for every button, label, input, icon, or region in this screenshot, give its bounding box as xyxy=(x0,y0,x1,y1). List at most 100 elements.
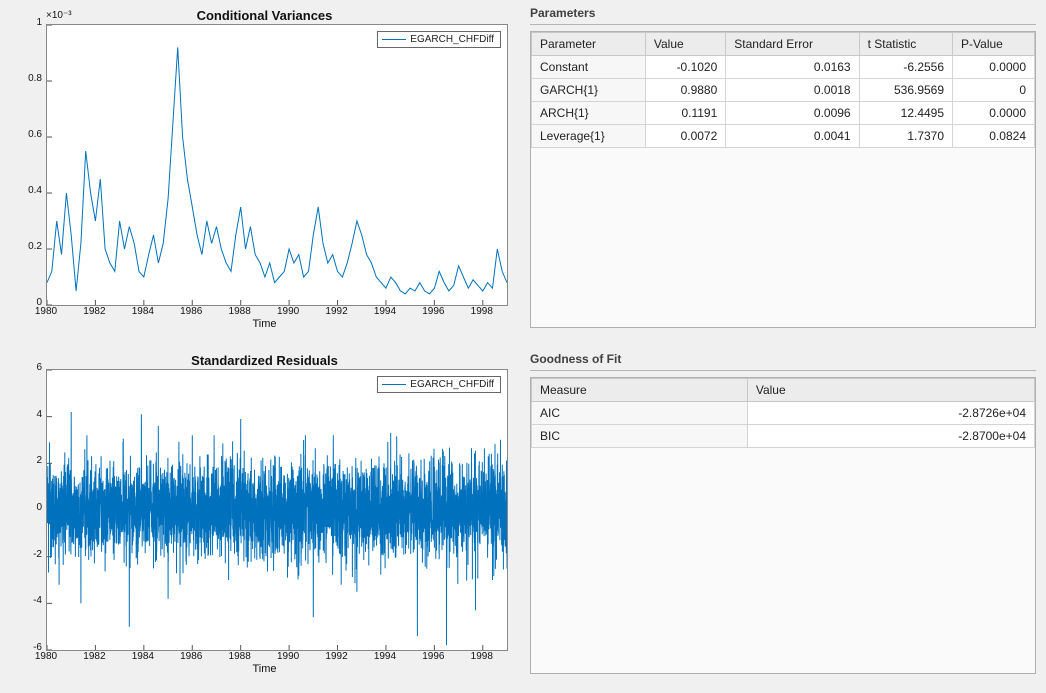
xtick: 1988 xyxy=(228,306,252,317)
table-row[interactable]: ARCH{1}0.11910.009612.44950.0000 xyxy=(532,102,1035,125)
col-p-value[interactable]: P-Value xyxy=(953,33,1035,56)
xtick: 1994 xyxy=(373,306,397,317)
legend-line-icon xyxy=(382,384,406,385)
col-value[interactable]: Value xyxy=(747,379,1034,402)
title-gof: Goodness of Fit xyxy=(530,352,1036,366)
xtick: 1992 xyxy=(325,306,349,317)
ytick: -2 xyxy=(12,549,42,560)
xtick: 1984 xyxy=(131,651,155,662)
table-header-row: MeasureValue xyxy=(532,379,1035,402)
plot-svg-resid xyxy=(47,370,507,650)
legend-line-icon xyxy=(382,39,406,40)
cell[interactable]: AIC xyxy=(532,402,748,425)
plot-condvar[interactable]: EGARCH_CHFDiff xyxy=(46,24,508,306)
xtick: 1994 xyxy=(373,651,397,662)
cell[interactable]: 0.0000 xyxy=(953,56,1035,79)
cell[interactable]: 0.0072 xyxy=(645,125,725,148)
ytick: 6 xyxy=(12,362,42,373)
cell[interactable]: ARCH{1} xyxy=(532,102,646,125)
cell[interactable]: 0.0018 xyxy=(726,79,859,102)
table-row[interactable]: AIC-2.8726e+04 xyxy=(532,402,1035,425)
cell[interactable]: 12.4495 xyxy=(859,102,952,125)
xtick: 1990 xyxy=(276,306,300,317)
col-standard-error[interactable]: Standard Error xyxy=(726,33,859,56)
table-row[interactable]: GARCH{1}0.98800.0018536.95690 xyxy=(532,79,1035,102)
rule-gof xyxy=(530,370,1036,371)
cell[interactable]: -2.8700e+04 xyxy=(747,425,1034,448)
xtick: 1996 xyxy=(421,306,445,317)
panel-condvar: Conditional Variances ×10⁻³ EGARCH_CHFDi… xyxy=(12,0,517,335)
xtick: 1998 xyxy=(470,651,494,662)
xtick: 1990 xyxy=(276,651,300,662)
tablewrap-gof: MeasureValue AIC-2.8726e+04BIC-2.8700e+0… xyxy=(530,377,1036,674)
plot-title-resid: Standardized Residuals xyxy=(12,353,517,368)
table-parameters[interactable]: ParameterValueStandard Errort StatisticP… xyxy=(531,32,1035,148)
col-measure[interactable]: Measure xyxy=(532,379,748,402)
cell[interactable]: -6.2556 xyxy=(859,56,952,79)
col-t-statistic[interactable]: t Statistic xyxy=(859,33,952,56)
ytick: -4 xyxy=(12,595,42,606)
ytick: 0.2 xyxy=(12,241,42,252)
cell[interactable]: -0.1020 xyxy=(645,56,725,79)
tablewrap-parameters: ParameterValueStandard Errort StatisticP… xyxy=(530,31,1036,328)
xtick: 1984 xyxy=(131,306,155,317)
legend-condvar[interactable]: EGARCH_CHFDiff xyxy=(377,31,501,48)
cell[interactable]: 536.9569 xyxy=(859,79,952,102)
plot-svg-condvar xyxy=(47,25,507,305)
ytick: 2 xyxy=(12,455,42,466)
xtick: 1988 xyxy=(228,651,252,662)
cell[interactable]: 0.0163 xyxy=(726,56,859,79)
cell[interactable]: BIC xyxy=(532,425,748,448)
panel-gof: Goodness of Fit MeasureValue AIC-2.8726e… xyxy=(530,352,1036,677)
panel-resid: Standardized Residuals EGARCH_CHFDiff Ti… xyxy=(12,345,517,680)
ytick: 0.6 xyxy=(12,129,42,140)
ytick: 4 xyxy=(12,409,42,420)
rule-parameters xyxy=(530,24,1036,25)
cell[interactable]: 0.1191 xyxy=(645,102,725,125)
xtick: 1982 xyxy=(82,306,106,317)
xtick: 1992 xyxy=(325,651,349,662)
legend-resid[interactable]: EGARCH_CHFDiff xyxy=(377,376,501,393)
ytick: 0.4 xyxy=(12,185,42,196)
cell[interactable]: Leverage{1} xyxy=(532,125,646,148)
y-exponent-label: ×10⁻³ xyxy=(46,10,72,21)
cell[interactable]: 0.9880 xyxy=(645,79,725,102)
panel-parameters: Parameters ParameterValueStandard Errort… xyxy=(530,6,1036,331)
tablefill-gof xyxy=(531,448,1035,673)
ytick: 0.8 xyxy=(12,73,42,84)
cell[interactable]: 0 xyxy=(953,79,1035,102)
cell[interactable]: 0.0041 xyxy=(726,125,859,148)
xtick: 1998 xyxy=(470,306,494,317)
cell[interactable]: 0.0096 xyxy=(726,102,859,125)
ytick: -6 xyxy=(12,642,42,653)
table-gof[interactable]: MeasureValue AIC-2.8726e+04BIC-2.8700e+0… xyxy=(531,378,1035,448)
legend-label-condvar: EGARCH_CHFDiff xyxy=(410,34,494,45)
xtick: 1982 xyxy=(82,651,106,662)
cell[interactable]: 0.0000 xyxy=(953,102,1035,125)
table-row[interactable]: Constant-0.10200.0163-6.25560.0000 xyxy=(532,56,1035,79)
cell[interactable]: GARCH{1} xyxy=(532,79,646,102)
cell[interactable]: 0.0824 xyxy=(953,125,1035,148)
cell[interactable]: 1.7370 xyxy=(859,125,952,148)
xtick: 1986 xyxy=(179,651,203,662)
plot-resid[interactable]: EGARCH_CHFDiff xyxy=(46,369,508,651)
xlabel-condvar: Time xyxy=(12,318,517,330)
ytick: 0 xyxy=(12,502,42,513)
col-value[interactable]: Value xyxy=(645,33,725,56)
legend-label-resid: EGARCH_CHFDiff xyxy=(410,379,494,390)
ytick: 0 xyxy=(12,297,42,308)
cell[interactable]: -2.8726e+04 xyxy=(747,402,1034,425)
cell[interactable]: Constant xyxy=(532,56,646,79)
xlabel-resid: Time xyxy=(12,663,517,675)
col-parameter[interactable]: Parameter xyxy=(532,33,646,56)
table-header-row: ParameterValueStandard Errort StatisticP… xyxy=(532,33,1035,56)
ytick: 1 xyxy=(12,17,42,28)
xtick: 1996 xyxy=(421,651,445,662)
tablefill-parameters xyxy=(531,148,1035,327)
plot-title-condvar: Conditional Variances xyxy=(12,8,517,23)
table-row[interactable]: BIC-2.8700e+04 xyxy=(532,425,1035,448)
table-row[interactable]: Leverage{1}0.00720.00411.73700.0824 xyxy=(532,125,1035,148)
title-parameters: Parameters xyxy=(530,6,1036,20)
root: Conditional Variances ×10⁻³ EGARCH_CHFDi… xyxy=(0,0,1046,693)
xtick: 1986 xyxy=(179,306,203,317)
